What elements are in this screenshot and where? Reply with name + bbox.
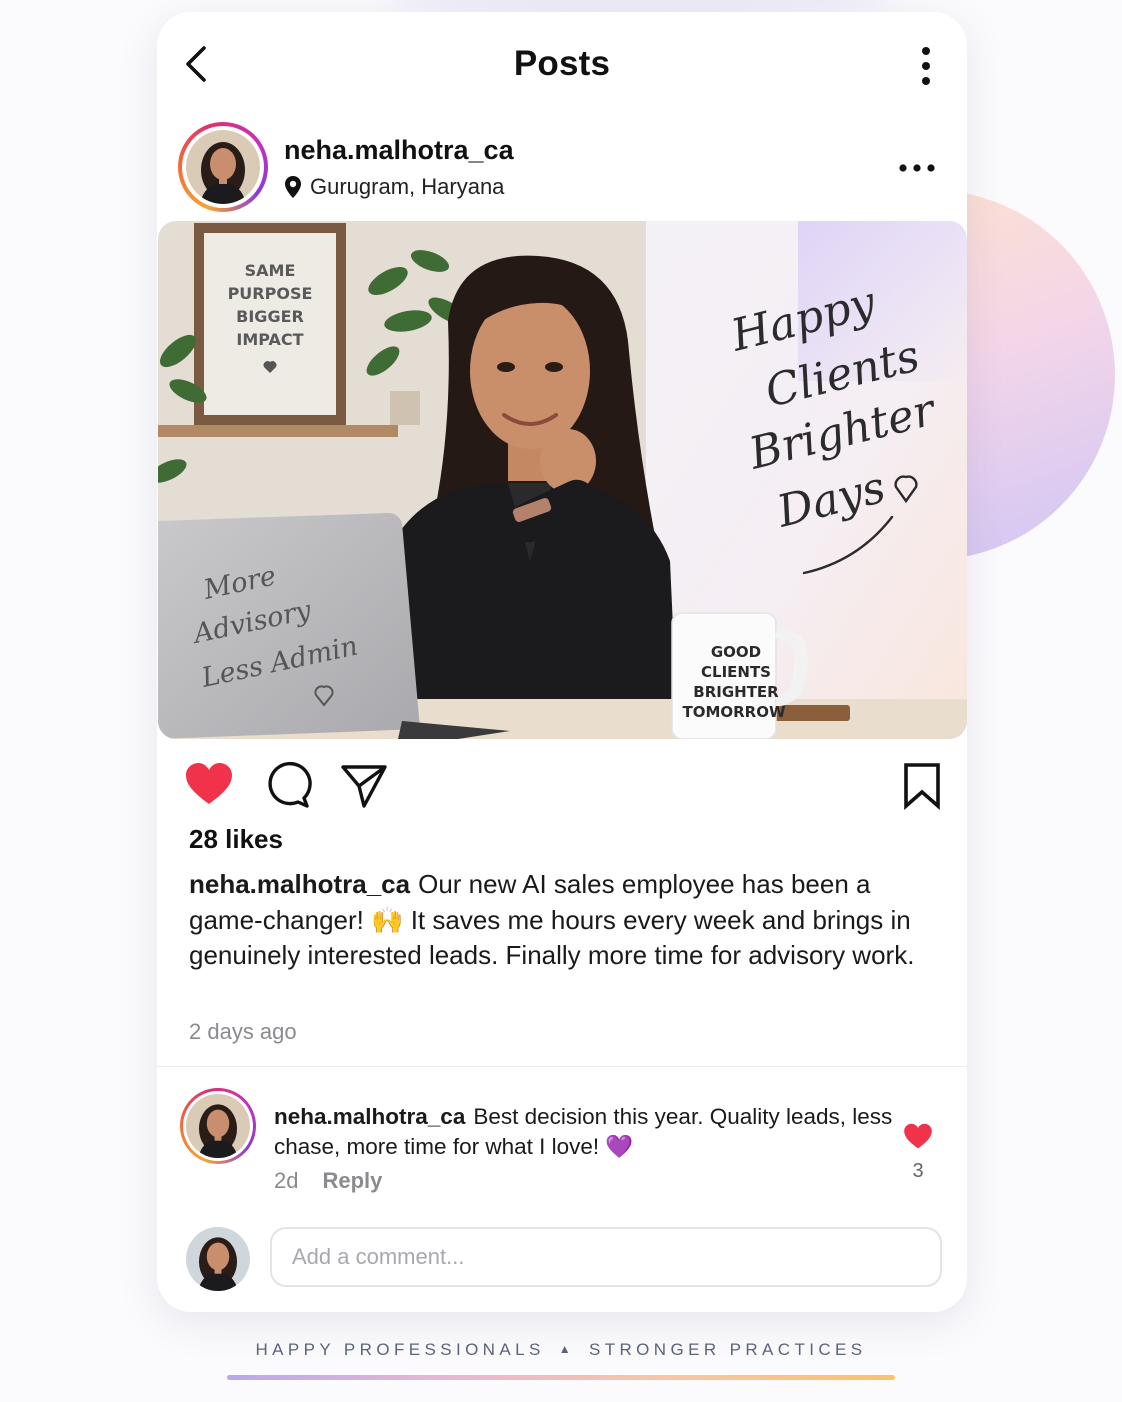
comment-body: neha.malhotra_ca Best decision this year.…: [274, 1102, 894, 1162]
tagline-separator: ▲: [558, 1342, 575, 1356]
post-location[interactable]: Gurugram, Haryana: [284, 174, 504, 200]
mug-text-line: CLIENTS: [701, 663, 771, 681]
heart-filled-icon: [186, 763, 232, 804]
frame-text-line: IMPACT: [236, 330, 303, 349]
paper-plane-icon: [341, 765, 387, 808]
save-button[interactable]: [897, 760, 947, 810]
map-pin-icon: [285, 176, 301, 198]
mug-text-line: BRIGHTER: [693, 683, 779, 701]
avatar: [186, 130, 260, 204]
share-button[interactable]: [339, 760, 389, 810]
comment-input[interactable]: [270, 1227, 942, 1287]
phone-screen-card: Posts neha.malhotra_ca Gurugram, Haryana…: [157, 12, 967, 1312]
comment-meta: 2d Reply: [274, 1168, 382, 1194]
top-navigation-bar: Posts: [157, 12, 967, 116]
divider: [157, 1066, 967, 1067]
frame-text-line: PURPOSE: [228, 284, 313, 303]
tagline-left: HAPPY PROFESSIONALS: [255, 1340, 545, 1359]
mug-text-line: TOMORROW: [682, 703, 786, 721]
frame-text-line: BIGGER: [236, 307, 304, 326]
location-label: Gurugram, Haryana: [310, 174, 505, 199]
mug-text-line: GOOD: [711, 643, 761, 661]
vertical-dots-icon: [922, 47, 930, 85]
page-title: Posts: [513, 44, 611, 83]
frame-text-line: SAME: [245, 261, 296, 280]
bookmark-icon: [904, 763, 940, 810]
post-actions-bar: [157, 752, 967, 816]
comment-age: 2d: [274, 1168, 299, 1193]
post-caption: neha.malhotra_ca Our new AI sales employe…: [189, 867, 919, 974]
reply-button[interactable]: Reply: [322, 1168, 382, 1193]
post-image[interactable]: SAME PURPOSE BIGGER IMPACT More Advisory…: [158, 221, 967, 739]
avatar: [186, 1094, 250, 1158]
post-author-username[interactable]: neha.malhotra_ca: [284, 135, 514, 166]
tagline-right: STRONGER PRACTICES: [588, 1340, 867, 1359]
options-menu-button[interactable]: [909, 46, 943, 86]
horizontal-dots-icon: [899, 164, 935, 172]
comment-like-count: 3: [912, 1160, 924, 1182]
tagline: HAPPY PROFESSIONALS ▲ STRONGER PRACTICES: [0, 1340, 1122, 1360]
comment-button[interactable]: [262, 760, 312, 810]
post-header: neha.malhotra_ca Gurugram, Haryana: [157, 116, 967, 220]
like-button[interactable]: [184, 760, 234, 810]
comment-username[interactable]: neha.malhotra_ca: [274, 1104, 465, 1129]
tagline-gradient-bar: [227, 1375, 895, 1380]
comment-item: neha.malhotra_ca Best decision this year.…: [157, 1084, 967, 1194]
speech-bubble-icon: [268, 761, 312, 808]
likes-count[interactable]: 28 likes: [189, 824, 283, 855]
caption-username[interactable]: neha.malhotra_ca: [189, 869, 410, 899]
story-ring-avatar[interactable]: [178, 122, 268, 212]
post-more-button[interactable]: [897, 158, 937, 178]
comment-avatar[interactable]: [180, 1088, 256, 1164]
post-timestamp: 2 days ago: [189, 1019, 297, 1044]
heart-filled-icon: [904, 1123, 932, 1149]
comment-like-button[interactable]: [903, 1122, 933, 1152]
current-user-avatar: [186, 1227, 250, 1291]
comment-composer: [157, 1222, 967, 1292]
